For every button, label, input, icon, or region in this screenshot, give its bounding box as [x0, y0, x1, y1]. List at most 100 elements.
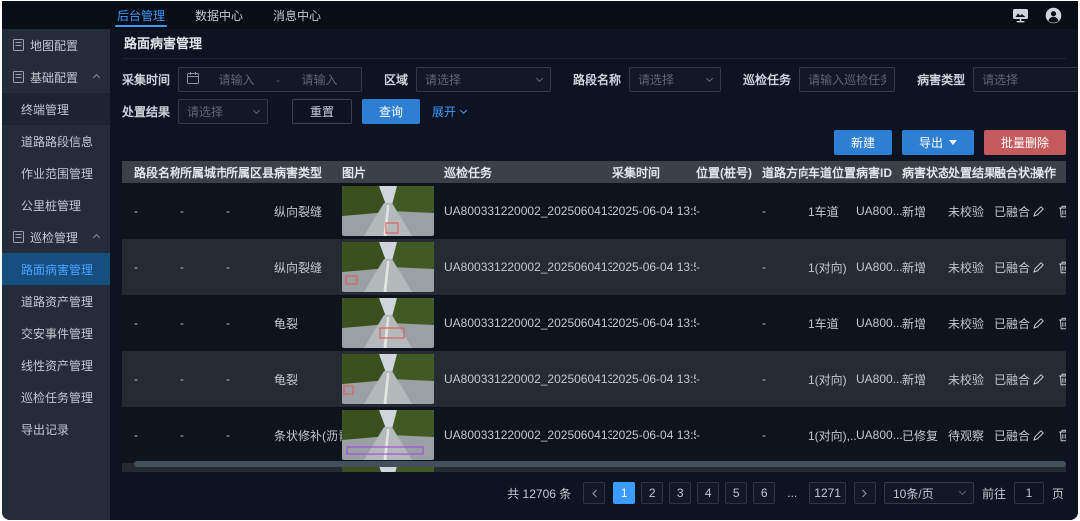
export-button[interactable]: 导出: [902, 130, 974, 155]
sidebar-item[interactable]: 作业范围管理: [2, 157, 110, 189]
sidebar-item[interactable]: 路面病害管理: [2, 253, 110, 285]
cell-actions: [1032, 429, 1066, 442]
cell-lane: 1车道: [808, 315, 856, 332]
sidebar-group[interactable]: 基础配置: [2, 61, 110, 93]
sidebar-item[interactable]: 道路资产管理: [2, 285, 110, 317]
cell-type: 纵向裂缝: [274, 203, 342, 220]
disease-photo-thumbnail[interactable]: [342, 410, 434, 460]
delete-trash-icon[interactable]: [1058, 205, 1066, 218]
edit-pencil-icon[interactable]: [1032, 317, 1045, 330]
page-button-2[interactable]: 2: [641, 482, 663, 504]
page-button-4[interactable]: 4: [697, 482, 719, 504]
road-name-select[interactable]: 请选择: [629, 67, 721, 92]
screen-monitor-icon[interactable]: [1012, 8, 1029, 23]
sidebar-item[interactable]: 道路路段信息: [2, 125, 110, 157]
sidebar-item[interactable]: 巡检任务管理: [2, 381, 110, 413]
date-range-input[interactable]: -: [178, 67, 362, 92]
column-header: 巡检任务: [444, 164, 612, 181]
cell-type: 条状修补(沥青): [274, 427, 342, 444]
create-button[interactable]: 新建: [834, 130, 892, 155]
page-button-1271[interactable]: 1271: [809, 482, 846, 504]
pagination: 共 12706 条 123456...1271 10条/页 前往 页: [122, 478, 1066, 508]
sidebar-menu: 地图配置基础配置终端管理道路路段信息作业范围管理公里桩管理巡检管理路面病害管理道…: [2, 29, 110, 445]
next-page-button[interactable]: [854, 482, 876, 504]
topnav-tab[interactable]: 数据中心: [180, 1, 258, 29]
goto-page-input[interactable]: [1014, 482, 1044, 504]
cell-city: -: [180, 260, 226, 274]
inspect-task-label: 巡检任务: [743, 71, 791, 88]
edit-pencil-icon[interactable]: [1032, 261, 1045, 274]
topnav-tab[interactable]: 后台管理: [102, 1, 180, 29]
column-header: 病害状态: [902, 164, 948, 181]
sidebar-item[interactable]: 线性资产管理: [2, 349, 110, 381]
delete-trash-icon[interactable]: [1058, 261, 1066, 274]
topnav-tabs: 后台管理数据中心消息中心: [102, 1, 336, 29]
delete-trash-icon[interactable]: [1058, 317, 1066, 330]
table-row: ---纵向裂缝UA800331220002_202506041338520592…: [122, 183, 1066, 239]
disease-photo-thumbnail[interactable]: [342, 298, 434, 348]
cell-time: 2025-06-04 13:50: [612, 316, 696, 330]
disease-photo-thumbnail[interactable]: [342, 354, 434, 404]
cell-actions: [1032, 317, 1066, 330]
column-header: 病害ID: [856, 164, 902, 181]
cell-stake: -: [696, 204, 762, 218]
topnav-tab[interactable]: 消息中心: [258, 1, 336, 29]
cell-status: 新增: [902, 203, 948, 220]
expand-toggle[interactable]: 展开: [432, 103, 466, 120]
page-button-3[interactable]: 3: [669, 482, 691, 504]
cell-city: -: [180, 204, 226, 218]
chevron-down-icon: [536, 74, 543, 81]
sidebar-item[interactable]: 导出记录: [2, 413, 110, 445]
delete-trash-icon[interactable]: [1058, 373, 1066, 386]
sidebar-item[interactable]: 交安事件管理: [2, 317, 110, 349]
date-end-input[interactable]: [286, 73, 353, 87]
cell-task: UA800331220002_20250604133852059: [444, 372, 612, 386]
page-button-1[interactable]: 1: [613, 482, 635, 504]
delete-trash-icon[interactable]: [1058, 429, 1066, 442]
reset-button[interactable]: 重置: [292, 99, 352, 124]
chevron-up-icon: [93, 73, 100, 80]
disease-photo-thumbnail[interactable]: [342, 186, 434, 236]
disease-photo-thumbnail[interactable]: [342, 242, 434, 292]
user-avatar-icon[interactable]: [1045, 7, 1062, 24]
region-select[interactable]: 请选择: [416, 67, 551, 92]
sidebar-group[interactable]: 巡检管理: [2, 221, 110, 253]
column-header: 车道位置: [808, 164, 856, 181]
search-button[interactable]: 查询: [362, 99, 420, 124]
sidebar-item[interactable]: 公里桩管理: [2, 189, 110, 221]
inspect-task-input[interactable]: [808, 73, 886, 87]
cell-dir: -: [762, 260, 808, 274]
column-header: 融合状态: [994, 164, 1032, 181]
cell-fusion: 已融合: [994, 203, 1032, 220]
column-header: 位置(桩号): [696, 164, 762, 181]
filter-row-2: 处置结果 请选择 重置 查询 展开: [122, 99, 1066, 124]
edit-pencil-icon[interactable]: [1032, 205, 1045, 218]
cell-photo: [342, 242, 444, 292]
sidebar-item[interactable]: 终端管理: [2, 93, 110, 125]
prev-page-button[interactable]: [583, 482, 605, 504]
cell-status: 新增: [902, 315, 948, 332]
table-body: - - - 纵向裂缝 UA800331220002_20250604133852059 2…: [122, 183, 1066, 472]
cell-fusion: 已融合: [994, 427, 1032, 444]
horizontal-scrollbar[interactable]: [134, 461, 1066, 467]
chevron-down-icon: [706, 74, 713, 81]
cell-dir: -: [762, 316, 808, 330]
cell-actions: [1032, 373, 1066, 386]
edit-pencil-icon[interactable]: [1032, 429, 1045, 442]
page-button-6[interactable]: 6: [753, 482, 775, 504]
page-button-5[interactable]: 5: [725, 482, 747, 504]
disease-type-select[interactable]: 请选择: [973, 67, 1078, 92]
batch-delete-button[interactable]: 批量删除: [984, 130, 1066, 155]
sidebar-group[interactable]: 地图配置: [2, 29, 110, 61]
topbar: 后台管理数据中心消息中心: [2, 1, 1078, 29]
cell-result: 未校验: [948, 371, 994, 388]
page-size-select[interactable]: 10条/页: [884, 482, 974, 504]
cell-result: 待观察: [948, 427, 994, 444]
edit-pencil-icon[interactable]: [1032, 373, 1045, 386]
handle-result-select[interactable]: 请选择: [178, 99, 268, 124]
cell-photo: [342, 298, 444, 348]
date-start-input[interactable]: [203, 73, 270, 87]
cell-county: -: [226, 428, 274, 442]
filter-collect-time: 采集时间 -: [122, 67, 362, 92]
table-row: ---条状修补(沥青)UA800331220002_20250604133852…: [122, 407, 1066, 463]
